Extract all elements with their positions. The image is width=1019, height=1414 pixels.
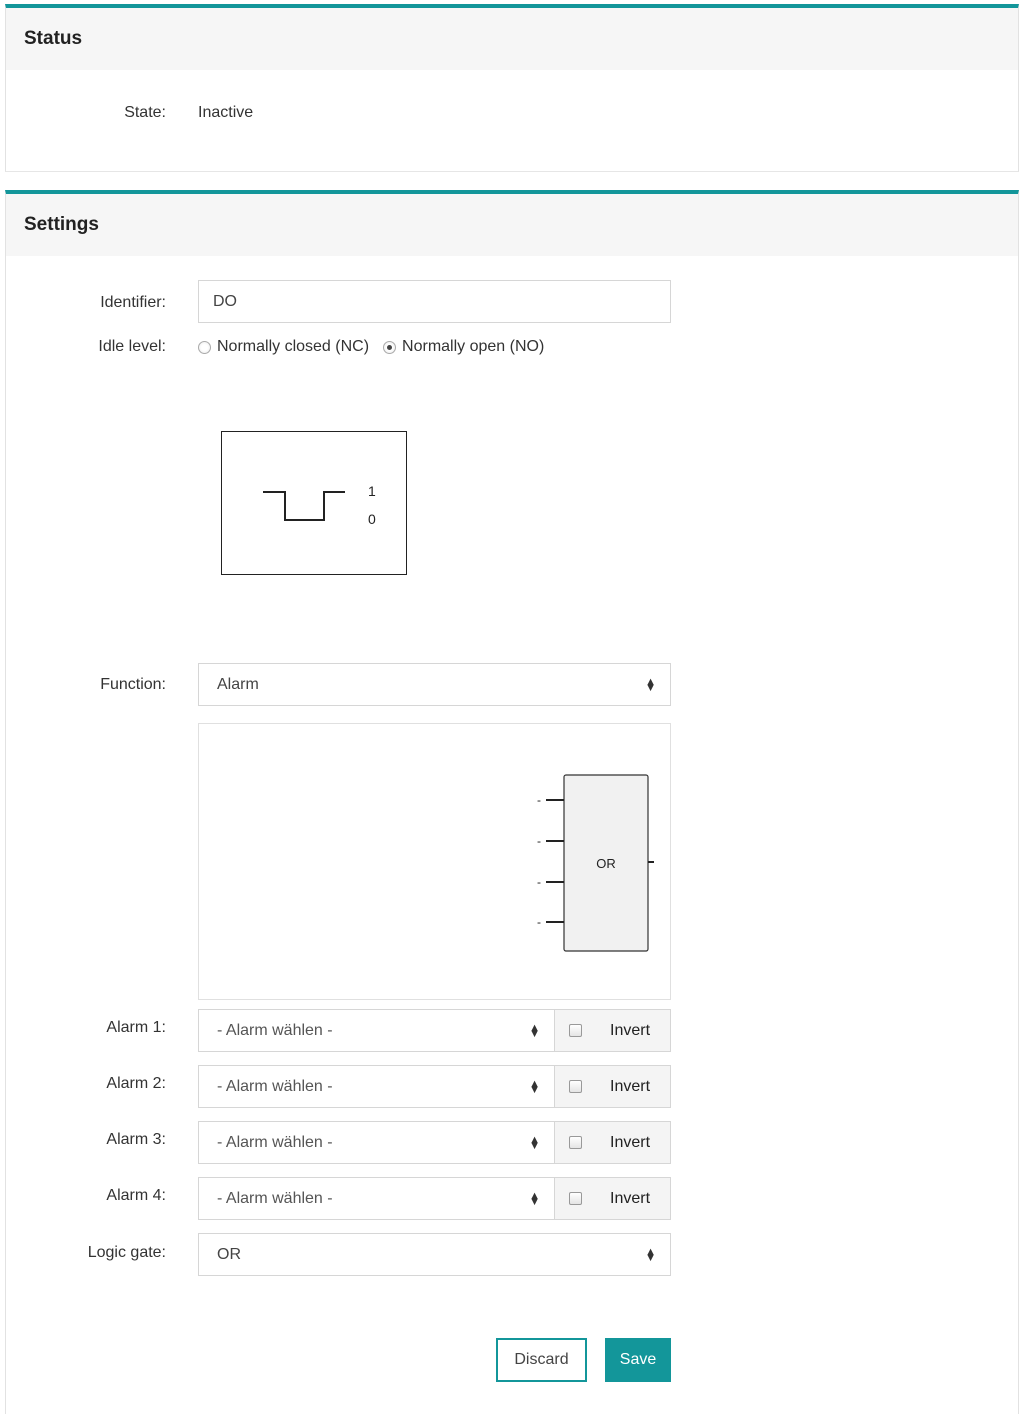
level-high-label: 1: [368, 483, 376, 499]
gate-input-label-3: -: [537, 875, 541, 889]
radio-normally-open[interactable]: [383, 340, 397, 354]
idle-level-options: Normally closed (NC) Normally open (NO): [198, 338, 558, 356]
settings-title: Settings: [24, 214, 99, 235]
alarm-4-invert-label: Invert: [610, 1189, 651, 1207]
function-value: Alarm: [217, 675, 259, 693]
alarm-4-value: - Alarm wählen -: [217, 1189, 333, 1207]
radio-normally-closed[interactable]: [198, 340, 211, 354]
idle-level-label: Idle level:: [98, 338, 166, 355]
sort-caret-icon: ▲ ▼: [645, 675, 656, 694]
alarm-1-row: - Alarm wählen - ▲ ▼ Invert: [198, 1009, 671, 1052]
sort-caret-icon: ▲ ▼: [529, 1021, 540, 1040]
logic-diagram-svg: OR - - - -: [537, 774, 654, 952]
alarm-4-select[interactable]: - Alarm wählen - ▲ ▼: [198, 1177, 555, 1220]
alarm-1-label: Alarm 1:: [106, 1019, 166, 1036]
sort-caret-icon: ▲ ▼: [529, 1189, 540, 1208]
level-low-label: 0: [368, 511, 376, 527]
logic-gate-label: Logic gate:: [87, 1244, 166, 1261]
alarm-3-select[interactable]: - Alarm wählen - ▲ ▼: [198, 1121, 555, 1164]
alarm-2-row: - Alarm wählen - ▲ ▼ Invert: [198, 1065, 671, 1108]
status-panel: Status State: Inactive: [5, 4, 1019, 172]
state-label: State:: [124, 104, 166, 121]
alarm-2-value: - Alarm wählen -: [217, 1077, 333, 1095]
state-value: Inactive: [198, 104, 254, 121]
identifier-value: DO: [213, 292, 237, 310]
alarm-3-invert-label: Invert: [610, 1133, 651, 1151]
logic-gate-select[interactable]: OR ▲ ▼: [198, 1233, 671, 1276]
alarm-3-invert[interactable]: Invert: [555, 1121, 671, 1164]
discard-button[interactable]: Discard: [496, 1338, 587, 1382]
alarm-4-row: - Alarm wählen - ▲ ▼ Invert: [198, 1177, 671, 1220]
gate-input-label-1: -: [537, 793, 541, 807]
alarm-2-invert[interactable]: Invert: [555, 1065, 671, 1108]
status-title: Status: [24, 28, 83, 49]
or-gate-label: OR: [596, 856, 616, 871]
save-button[interactable]: Save: [605, 1338, 671, 1382]
alarm-1-invert[interactable]: Invert: [555, 1009, 671, 1052]
radio-normally-open-label[interactable]: Normally open (NO): [402, 338, 544, 356]
sort-caret-icon: ▲ ▼: [529, 1133, 540, 1152]
settings-panel-header: Settings: [6, 194, 1018, 256]
alarm-2-invert-checkbox[interactable]: [569, 1080, 582, 1093]
alarm-4-label: Alarm 4:: [106, 1187, 166, 1204]
sort-caret-icon: ▲ ▼: [529, 1077, 540, 1096]
alarm-1-value: - Alarm wählen -: [217, 1021, 333, 1039]
logic-diagram: OR - - - -: [198, 723, 671, 1000]
alarm-4-invert[interactable]: Invert: [555, 1177, 671, 1220]
settings-panel: Settings Identifier: DO Idle level: Norm…: [5, 190, 1019, 1414]
identifier-field[interactable]: DO: [198, 280, 671, 323]
radio-normally-closed-label[interactable]: Normally closed (NC): [217, 338, 369, 356]
gate-input-label-4: -: [537, 915, 541, 929]
level-waveform-svg: 1 0: [263, 483, 376, 527]
alarm-2-label: Alarm 2:: [106, 1075, 166, 1092]
logic-gate-value: OR: [217, 1245, 241, 1263]
alarm-3-invert-checkbox[interactable]: [569, 1136, 582, 1149]
alarm-1-invert-checkbox[interactable]: [569, 1024, 582, 1037]
status-panel-header: Status: [6, 8, 1018, 70]
alarm-3-label: Alarm 3:: [106, 1131, 166, 1148]
level-waveform: [263, 491, 345, 521]
alarm-3-row: - Alarm wählen - ▲ ▼ Invert: [198, 1121, 671, 1164]
alarm-1-select[interactable]: - Alarm wählen - ▲ ▼: [198, 1009, 555, 1052]
alarm-2-invert-label: Invert: [610, 1077, 651, 1095]
idle-level-diagram: 1 0: [221, 431, 407, 575]
alarm-1-invert-label: Invert: [610, 1021, 651, 1039]
gate-input-label-2: -: [537, 834, 541, 848]
alarm-2-select[interactable]: - Alarm wählen - ▲ ▼: [198, 1065, 555, 1108]
alarm-4-invert-checkbox[interactable]: [569, 1192, 582, 1205]
identifier-label: Identifier:: [100, 294, 166, 311]
alarm-3-value: - Alarm wählen -: [217, 1133, 333, 1151]
function-label: Function:: [100, 676, 166, 693]
sort-caret-icon: ▲ ▼: [645, 1245, 656, 1264]
function-select[interactable]: Alarm ▲ ▼: [198, 663, 671, 706]
